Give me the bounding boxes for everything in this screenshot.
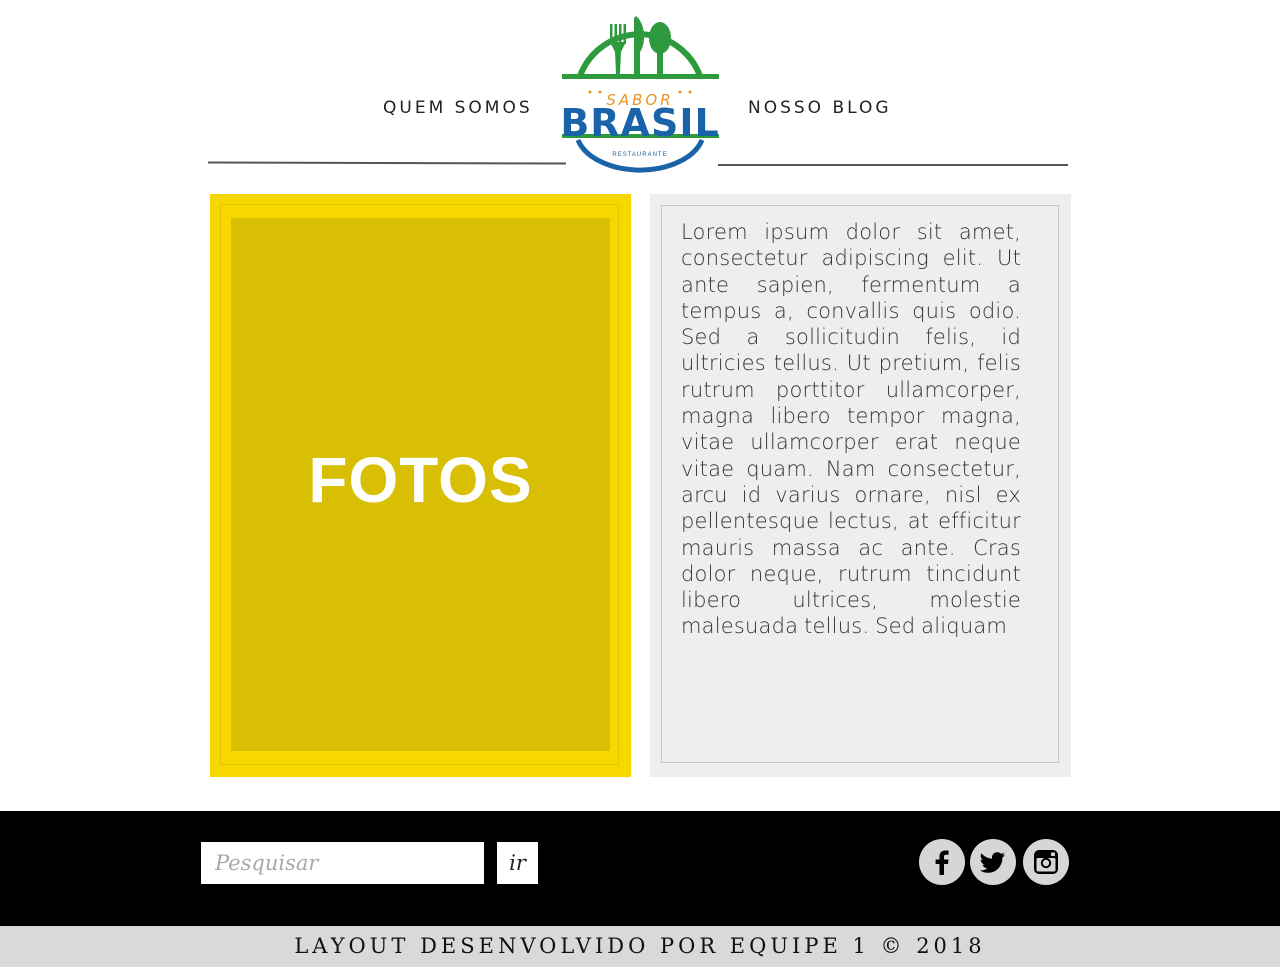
copyright-bar: LAYOUT DESENVOLVIDO POR EQUIPE 1 © 2018 (0, 926, 1280, 967)
search-button[interactable]: ir (497, 842, 538, 884)
twitter-icon[interactable] (970, 839, 1016, 885)
logo-brasil-text: BRASIL (560, 101, 720, 145)
photos-placeholder[interactable]: FOTOS (231, 218, 610, 751)
body-text: Lorem ipsum dolor sit amet, consectetur … (681, 220, 1021, 639)
header-divider-right (718, 164, 1068, 166)
site-header: QUEM SOMOS NOSSO BLOG SABOR BRASIL RESTA… (0, 0, 1280, 190)
nav-link-quem-somos[interactable]: QUEM SOMOS (383, 98, 533, 118)
nav-link-nosso-blog[interactable]: NOSSO BLOG (748, 98, 892, 118)
logo-restaurante-text: RESTAURANTE (612, 152, 668, 158)
photos-panel: FOTOS (210, 194, 631, 777)
photos-label: FOTOS (308, 443, 533, 516)
footer: ir (0, 811, 1280, 926)
header-divider-left (207, 161, 567, 165)
restaurant-logo[interactable]: SABOR BRASIL RESTAURANTE (556, 8, 724, 184)
search-input[interactable] (201, 842, 484, 884)
copyright-text: LAYOUT DESENVOLVIDO POR EQUIPE 1 © 2018 (294, 934, 986, 958)
facebook-icon[interactable] (919, 839, 965, 885)
instagram-icon[interactable] (1023, 839, 1069, 885)
text-panel: Lorem ipsum dolor sit amet, consectetur … (650, 194, 1071, 777)
